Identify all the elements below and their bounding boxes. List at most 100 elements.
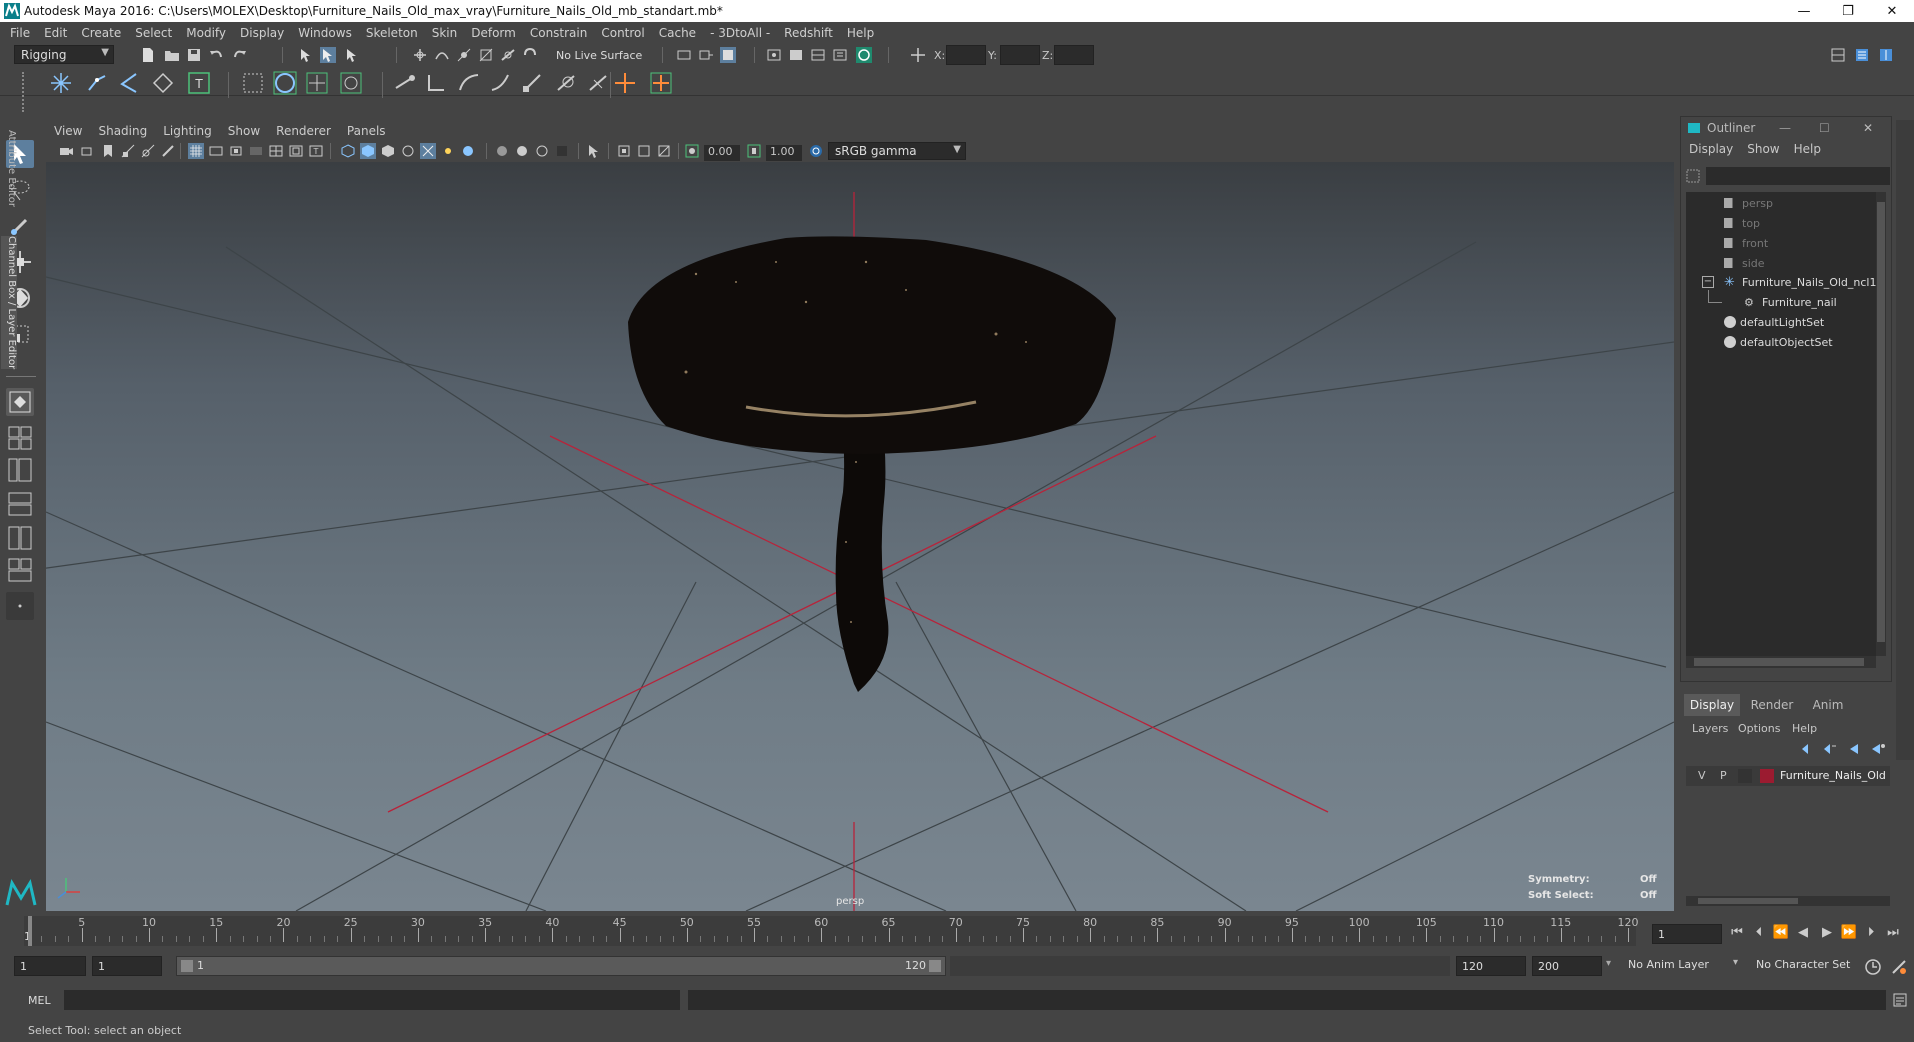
live-surface-label[interactable]: No Live Surface xyxy=(556,49,642,62)
grid-toggle-icon[interactable] xyxy=(188,143,204,159)
camera-lock-icon[interactable] xyxy=(656,143,672,159)
layer-visibility-toggle[interactable]: V xyxy=(1698,769,1706,782)
snap-grid-icon[interactable] xyxy=(412,47,428,63)
viewport-menu-panels[interactable]: Panels xyxy=(347,124,386,138)
xray-icon[interactable] xyxy=(420,143,436,159)
outliner-search-input[interactable] xyxy=(1706,167,1890,185)
viewport-menu-lighting[interactable]: Lighting xyxy=(163,124,212,138)
outliner-maximize-icon[interactable]: ☐ xyxy=(1819,121,1830,135)
paint-weights-icon[interactable] xyxy=(272,70,298,96)
outliner-menu-show[interactable]: Show xyxy=(1747,142,1779,156)
menu-redshift[interactable]: Redshift xyxy=(784,26,833,40)
field-chart-icon[interactable] xyxy=(268,143,284,159)
frame-selected-icon[interactable] xyxy=(636,143,652,159)
maya-home-icon[interactable] xyxy=(4,878,38,908)
menu-create[interactable]: Create xyxy=(81,26,121,40)
render-settings-icon[interactable] xyxy=(832,47,848,63)
select-object-icon[interactable] xyxy=(320,47,336,63)
step-forward-key-icon[interactable]: ⏩ xyxy=(1840,924,1858,942)
screen-space-ao-icon[interactable] xyxy=(494,143,510,159)
lattice-icon[interactable]: T xyxy=(186,70,212,96)
range-slider-end-handle[interactable] xyxy=(929,960,941,972)
gate-mask-icon[interactable] xyxy=(248,143,264,159)
attribute-editor-tab[interactable]: Attribute Editor xyxy=(1,130,17,207)
outliner-minimize-icon[interactable]: — xyxy=(1779,121,1791,135)
snap-curve-icon[interactable] xyxy=(434,47,450,63)
playback-end-field[interactable]: 120 xyxy=(1456,956,1526,976)
outliner-menu-help[interactable]: Help xyxy=(1794,142,1821,156)
save-scene-icon[interactable] xyxy=(186,47,202,63)
smooth-skin-icon[interactable] xyxy=(240,70,266,96)
bookmark-icon[interactable] xyxy=(100,143,116,159)
layer-color-swatch[interactable] xyxy=(1760,769,1774,783)
pole-vector-icon[interactable] xyxy=(554,70,580,96)
locator-icon[interactable] xyxy=(586,70,612,96)
layout-hypershade-icon[interactable] xyxy=(6,524,34,552)
close-button[interactable]: ✕ xyxy=(1870,0,1914,22)
modeling-toolkit-icon[interactable] xyxy=(1830,47,1846,63)
color-space-dropdown[interactable]: sRGB gamma ▼ xyxy=(828,142,966,160)
layer-playback-toggle[interactable]: P xyxy=(1720,769,1727,782)
grease-pencil-icon[interactable] xyxy=(160,143,176,159)
orient-constraint-icon[interactable] xyxy=(456,70,482,96)
current-frame-field[interactable]: 1 xyxy=(1652,924,1722,944)
play-forwards-icon[interactable]: ▶ xyxy=(1818,924,1836,942)
output-ops-icon[interactable] xyxy=(698,47,714,63)
more-layouts-icon[interactable] xyxy=(6,592,34,620)
outliner-item-nail[interactable]: ⚙ Furniture_nail xyxy=(1744,293,1837,311)
ipr-render-icon[interactable] xyxy=(810,47,826,63)
hypershade-icon[interactable] xyxy=(856,47,872,63)
camera-attributes-icon[interactable] xyxy=(80,143,96,159)
anim-layer-dropdown[interactable]: No Anim Layer ▾ xyxy=(1622,956,1742,976)
outliner-item-side[interactable]: side xyxy=(1724,254,1765,272)
resolution-gate-icon[interactable] xyxy=(228,143,244,159)
minimize-button[interactable]: — xyxy=(1782,0,1826,22)
layout-custom-icon[interactable] xyxy=(6,556,34,584)
filter-icon[interactable] xyxy=(1686,169,1700,183)
snap-point-icon[interactable] xyxy=(456,47,472,63)
command-input[interactable] xyxy=(64,990,680,1010)
menu-control[interactable]: Control xyxy=(601,26,644,40)
perspective-viewport[interactable]: persp Symmetry: Off Soft Select: Off xyxy=(46,162,1674,911)
layer-menu-help[interactable]: Help xyxy=(1792,722,1817,735)
safe-title-icon[interactable]: T xyxy=(308,143,324,159)
snap-view-plane-icon[interactable] xyxy=(478,47,494,63)
nail-model[interactable] xyxy=(628,236,1116,692)
collapse-toggle-icon[interactable]: − xyxy=(1702,276,1714,288)
menu-set-dropdown[interactable]: Rigging ▼ xyxy=(14,45,114,64)
redo-icon[interactable] xyxy=(232,47,248,63)
menu-cache[interactable]: Cache xyxy=(659,26,696,40)
point-constraint-icon[interactable] xyxy=(424,70,450,96)
default-material-icon[interactable] xyxy=(380,143,396,159)
range-slider-track[interactable] xyxy=(950,956,1450,976)
ik-handle-icon[interactable] xyxy=(84,70,110,96)
layer-menu-options[interactable]: Options xyxy=(1738,722,1780,735)
layer-row[interactable]: V P Furniture_Nails_Old xyxy=(1686,766,1890,786)
outliner-item-group[interactable]: ✳ Furniture_Nails_Old_ncl1_ xyxy=(1724,273,1882,291)
outliner-horizontal-scrollbar[interactable] xyxy=(1686,656,1876,668)
frame-all-icon[interactable] xyxy=(616,143,632,159)
menu-3dtoall[interactable]: - 3DtoAll - xyxy=(710,26,770,40)
ik-spline-icon[interactable] xyxy=(116,70,142,96)
motion-blur-icon[interactable] xyxy=(514,143,530,159)
range-slider-start-handle[interactable] xyxy=(181,960,193,972)
exposure-field[interactable]: 0.00 xyxy=(704,145,740,161)
layer-tab-anim[interactable]: Anim xyxy=(1802,694,1854,716)
time-ruler[interactable]: 5 10 15 20 25 30 35 40 45 50 55 60 65 70 75 80 85 90 95 100… xyxy=(24,916,1639,946)
layer-tab-render[interactable]: Render xyxy=(1744,694,1800,716)
gamma-field[interactable]: 1.00 xyxy=(766,145,802,161)
wireframe-on-shaded-icon[interactable] xyxy=(400,143,416,159)
menu-constrain[interactable]: Constrain xyxy=(530,26,588,40)
outliner-item-top[interactable]: top xyxy=(1724,214,1760,232)
film-gate-icon[interactable] xyxy=(208,143,224,159)
isolate-select-icon[interactable] xyxy=(586,143,602,159)
transform-mode-icon[interactable] xyxy=(910,47,926,63)
menu-edit[interactable]: Edit xyxy=(44,26,67,40)
playback-start-field[interactable]: 1 xyxy=(92,956,162,976)
go-to-start-icon[interactable]: ⏮ xyxy=(1728,924,1746,942)
gamma-icon[interactable] xyxy=(746,143,762,159)
layout-persp-graph-icon[interactable] xyxy=(6,490,34,518)
range-start-field[interactable]: 1 xyxy=(14,956,86,976)
menu-skin[interactable]: Skin xyxy=(432,26,458,40)
menu-skeleton[interactable]: Skeleton xyxy=(366,26,418,40)
